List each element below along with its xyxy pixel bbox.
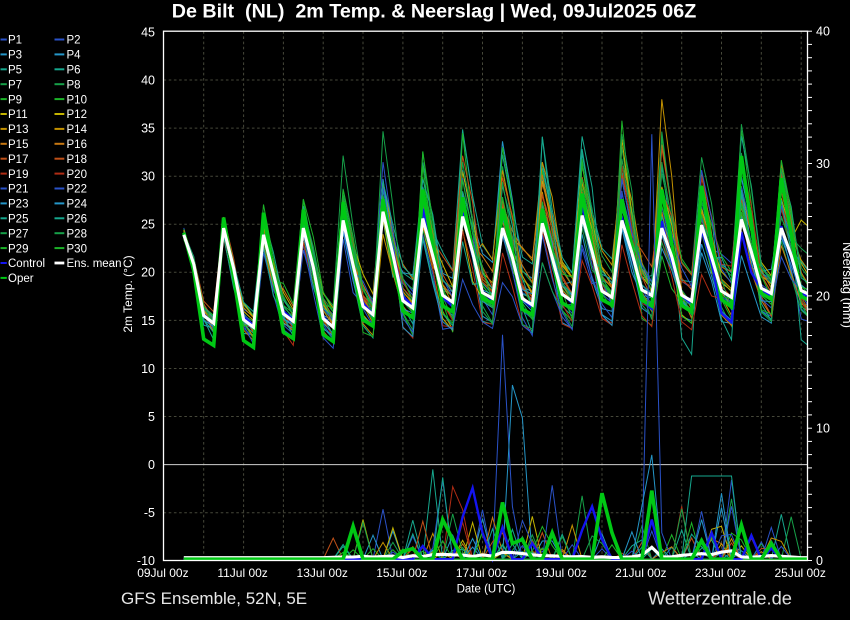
svg-text:20: 20 (816, 289, 830, 303)
svg-text:13Jul 00z: 13Jul 00z (297, 566, 348, 580)
svg-text:21Jul 00z: 21Jul 00z (615, 566, 666, 580)
svg-text:P26: P26 (67, 214, 87, 226)
svg-text:20: 20 (141, 266, 155, 280)
svg-text:23Jul 00z: 23Jul 00z (695, 566, 746, 580)
svg-text:P23: P23 (8, 199, 28, 211)
svg-text:P7: P7 (8, 79, 22, 91)
svg-text:P1: P1 (8, 35, 22, 47)
svg-text:10: 10 (141, 362, 155, 376)
svg-text:P8: P8 (67, 79, 81, 91)
svg-text:11Jul 00z: 11Jul 00z (217, 566, 267, 580)
svg-text:P13: P13 (8, 124, 28, 136)
svg-text:P10: P10 (67, 94, 87, 106)
svg-text:P15: P15 (8, 139, 28, 151)
svg-text:P16: P16 (67, 139, 87, 151)
svg-text:Control: Control (8, 258, 45, 270)
svg-text:De Bilt (NL) 2m Temp. & Neer: De Bilt (NL) 2m Temp. & Neerslag | Wed, … (172, 1, 696, 23)
svg-text:P19: P19 (8, 169, 28, 181)
svg-text:Neerslag (mm): Neerslag (mm) (840, 242, 850, 328)
svg-text:Date (UTC): Date (UTC) (457, 584, 516, 596)
svg-text:40: 40 (141, 73, 155, 87)
svg-text:P21: P21 (8, 184, 28, 196)
svg-text:45: 45 (141, 25, 155, 39)
svg-text:P17: P17 (8, 154, 28, 166)
svg-text:2m Temp. (°C): 2m Temp. (°C) (121, 255, 135, 332)
svg-text:P18: P18 (67, 154, 87, 166)
svg-text:0: 0 (148, 458, 155, 472)
svg-text:Ens. mean: Ens. mean (67, 258, 122, 270)
svg-text:15: 15 (141, 314, 155, 328)
svg-text:40: 40 (816, 25, 830, 39)
svg-text:P12: P12 (67, 109, 87, 121)
svg-text:17Jul 00z: 17Jul 00z (456, 566, 507, 580)
svg-text:P24: P24 (67, 199, 88, 211)
svg-text:P22: P22 (67, 184, 87, 196)
svg-text:P27: P27 (8, 228, 28, 240)
svg-text:30: 30 (816, 157, 830, 171)
svg-text:P11: P11 (8, 109, 28, 121)
svg-text:P30: P30 (67, 243, 87, 255)
svg-text:10: 10 (816, 422, 830, 436)
svg-text:25: 25 (141, 218, 155, 232)
svg-text:P28: P28 (67, 228, 87, 240)
svg-text:09Jul 00z: 09Jul 00z (137, 566, 188, 580)
svg-text:30: 30 (141, 170, 155, 184)
svg-text:35: 35 (141, 121, 155, 135)
svg-text:P20: P20 (67, 169, 87, 181)
svg-text:GFS Ensemble, 52N, 5E: GFS Ensemble, 52N, 5E (121, 589, 307, 608)
svg-text:19Jul 00z: 19Jul 00z (536, 566, 587, 580)
svg-text:P25: P25 (8, 214, 28, 226)
svg-text:5: 5 (148, 410, 155, 424)
svg-text:P29: P29 (8, 243, 28, 255)
svg-text:P2: P2 (67, 35, 81, 47)
svg-text:Oper: Oper (8, 273, 34, 285)
svg-text:25Jul 00z: 25Jul 00z (774, 566, 825, 580)
svg-text:P9: P9 (8, 94, 22, 106)
svg-text:P4: P4 (67, 50, 82, 62)
svg-text:P5: P5 (8, 65, 22, 77)
svg-text:Wetterzentrale.de: Wetterzentrale.de (648, 588, 792, 609)
svg-text:P6: P6 (67, 65, 81, 77)
svg-text:P3: P3 (8, 50, 22, 62)
svg-text:15Jul 00z: 15Jul 00z (376, 566, 427, 580)
svg-text:-5: -5 (144, 506, 155, 520)
svg-text:P14: P14 (67, 124, 88, 136)
